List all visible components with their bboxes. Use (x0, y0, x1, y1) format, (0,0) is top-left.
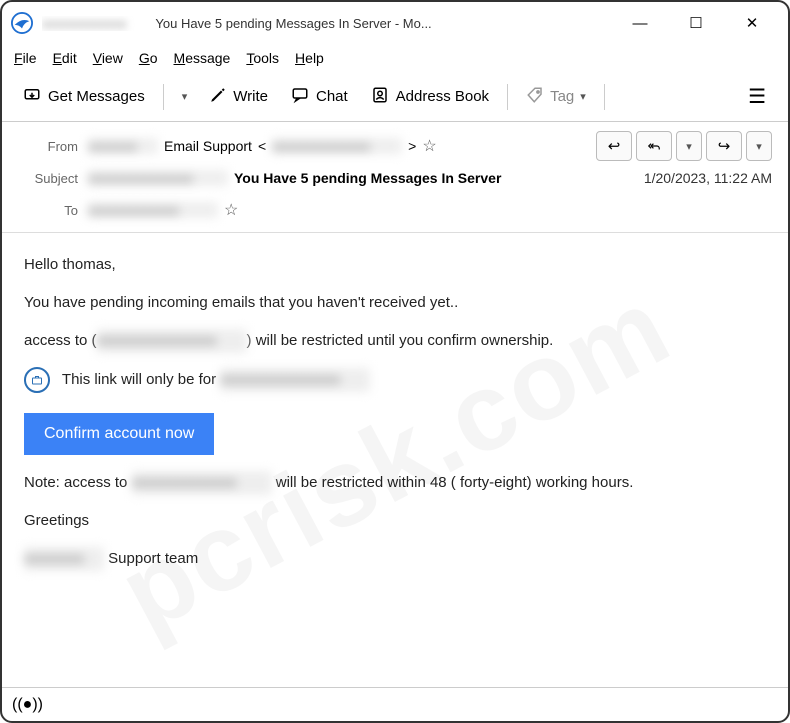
message-actions: ↩ ▾ ↪ ▾ (596, 131, 772, 161)
pencil-icon (209, 86, 227, 108)
message-date: 1/20/2023, 11:22 AM (644, 170, 772, 186)
from-value: xxxxxxx Email Support <xxxxxxxxxxxxxx> ☆ (88, 136, 596, 156)
menu-go[interactable]: Go (139, 50, 158, 66)
write-label: Write (233, 88, 268, 105)
body-greeting: Hello thomas, (24, 253, 766, 277)
subject-text: You Have 5 pending Messages In Server (234, 170, 501, 186)
to-label: To (18, 203, 78, 218)
body-line3: This link will only be for xxxxxxxxxxxxx… (24, 367, 766, 393)
separator (507, 84, 508, 110)
minimize-button[interactable]: — (624, 7, 656, 39)
menu-edit[interactable]: Edit (53, 50, 77, 66)
get-messages-dropdown[interactable]: ▾ (174, 86, 196, 107)
tag-icon (526, 86, 544, 108)
chat-icon (290, 86, 310, 108)
menu-view[interactable]: View (93, 50, 123, 66)
body-line2: access to (xxxxxxxxxxxxxxxx) will be res… (24, 329, 766, 353)
body-greetings: Greetings (24, 509, 766, 533)
menu-tools[interactable]: Tools (246, 50, 279, 66)
tag-button[interactable]: Tag ▾ (518, 82, 594, 112)
window-title: xxxxxxxxxxxxx You Have 5 pending Message… (42, 16, 624, 31)
reply-dropdown[interactable]: ▾ (676, 131, 702, 161)
forward-button[interactable]: ↪ (706, 131, 742, 161)
chat-label: Chat (316, 88, 348, 105)
subject-label: Subject (18, 171, 78, 186)
to-value: xxxxxxxxxxxxx ☆ (88, 200, 772, 220)
body-signature: xxxxxxxx Support team (24, 547, 766, 571)
titlebar: xxxxxxxxxxxxx You Have 5 pending Message… (2, 2, 788, 44)
inbox-icon (22, 86, 42, 108)
menu-help[interactable]: Help (295, 50, 324, 66)
reply-all-button[interactable] (636, 131, 672, 161)
menu-file[interactable]: File (14, 50, 37, 66)
confirm-account-button[interactable]: Confirm account now (24, 413, 214, 455)
chevron-down-icon: ▾ (182, 90, 188, 103)
subject-value: xxxxxxxxxxxxxxx You Have 5 pending Messa… (88, 170, 632, 186)
address-book-icon (370, 86, 390, 108)
address-book-button[interactable]: Address Book (362, 82, 497, 112)
get-messages-label: Get Messages (48, 88, 145, 105)
get-messages-button[interactable]: Get Messages (14, 82, 153, 112)
menu-message[interactable]: Message (174, 50, 231, 66)
message-headers: From xxxxxxx Email Support <xxxxxxxxxxxx… (2, 122, 788, 233)
address-book-label: Address Book (396, 88, 489, 105)
body-note: Note: access to xxxxxxxxxxxxxx will be r… (24, 471, 766, 495)
close-button[interactable]: ✕ (736, 7, 768, 39)
menubar: File Edit View Go Message Tools Help (2, 44, 788, 72)
toolbar: Get Messages ▾ Write Chat Address Book (2, 72, 788, 122)
more-actions-dropdown[interactable]: ▾ (746, 131, 772, 161)
write-button[interactable]: Write (201, 82, 276, 112)
separator (163, 84, 164, 110)
reply-button[interactable]: ↩ (596, 131, 632, 161)
statusbar: ((●)) (2, 687, 788, 721)
briefcase-icon (24, 367, 50, 393)
tag-label: Tag (550, 88, 574, 105)
thunderbird-icon (10, 11, 34, 35)
app-menu-button[interactable]: ☰ (738, 80, 776, 113)
body-line1: You have pending incoming emails that yo… (24, 291, 766, 315)
message-body: pcrisk.com Hello thomas, You have pendin… (2, 233, 788, 687)
chat-button[interactable]: Chat (282, 82, 356, 112)
from-label: From (18, 139, 78, 154)
separator (604, 84, 605, 110)
activity-icon: ((●)) (12, 696, 43, 714)
chevron-down-icon: ▾ (580, 90, 586, 103)
maximize-button[interactable]: ☐ (680, 7, 712, 39)
star-icon[interactable]: ☆ (422, 136, 436, 156)
star-icon[interactable]: ☆ (224, 200, 238, 220)
from-name: Email Support (164, 138, 252, 154)
